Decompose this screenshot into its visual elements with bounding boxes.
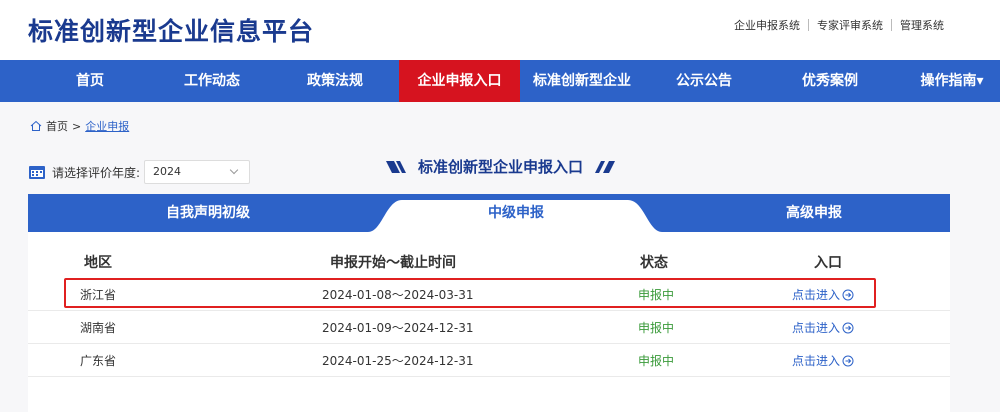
entry-title-text: 标准创新型企业申报入口 bbox=[418, 158, 584, 176]
status-badge: 申报中 bbox=[638, 321, 675, 335]
row-region: 广东省 bbox=[80, 354, 117, 368]
row-period: 2024-01-09～2024-12-31 bbox=[322, 321, 474, 335]
enter-link-label: 点击进入 bbox=[792, 321, 841, 335]
column-header-status: 状态 bbox=[640, 255, 668, 271]
nav-item-enterprise-declaration[interactable]: 企业申报入口 bbox=[399, 60, 520, 102]
column-header-period: 申报开始～截止时间 bbox=[330, 255, 456, 271]
main-nav: 首页 工作动态 政策法规 企业申报入口 标准创新型企业 公示公告 优秀案例 操作… bbox=[0, 60, 1000, 102]
enter-link[interactable]: 点击进入 bbox=[792, 345, 854, 377]
home-icon bbox=[30, 120, 42, 131]
site-title: 标准创新型企业信息平台 bbox=[28, 17, 315, 46]
year-filter: 请选择评价年度: 2024 bbox=[28, 160, 251, 184]
column-header-region: 地区 bbox=[84, 255, 112, 271]
nav-item-operation-guide[interactable]: 操作指南▾ bbox=[904, 60, 1000, 102]
enter-link[interactable]: 点击进入 bbox=[792, 279, 854, 311]
title-left-decoration-icon bbox=[386, 160, 406, 173]
nav-item-policies[interactable]: 政策法规 bbox=[285, 60, 385, 102]
breadcrumb: 首页 > 企业申报 bbox=[30, 118, 129, 134]
row-period: 2024-01-08～2024-03-31 bbox=[322, 288, 474, 302]
enter-link-label: 点击进入 bbox=[792, 354, 841, 368]
tab-intermediate-declaration[interactable]: 中级申报 bbox=[416, 194, 616, 232]
enter-link[interactable]: 点击进入 bbox=[792, 312, 854, 344]
row-region: 湖南省 bbox=[80, 321, 117, 335]
arrow-circle-right-icon bbox=[842, 322, 854, 334]
calendar-icon bbox=[29, 166, 45, 179]
status-badge: 申报中 bbox=[638, 354, 675, 368]
arrow-circle-right-icon bbox=[842, 355, 854, 367]
breadcrumb-separator: > bbox=[72, 119, 82, 133]
chevron-down-icon bbox=[229, 165, 239, 175]
nav-item-standard-innovative-enterprise[interactable]: 标准创新型企业 bbox=[527, 60, 637, 102]
title-right-decoration-icon bbox=[595, 160, 616, 173]
row-period: 2024-01-25～2024-12-31 bbox=[322, 354, 474, 368]
table-row: 浙江省 2024-01-08～2024-03-31 申报中 点击进入 bbox=[28, 279, 950, 311]
top-link-enterprise-declaration[interactable]: 企业申报系统 bbox=[726, 17, 808, 33]
nav-item-home[interactable]: 首页 bbox=[40, 60, 140, 102]
nav-item-announcements[interactable]: 公示公告 bbox=[654, 60, 754, 102]
tab-advanced-declaration[interactable]: 高级申报 bbox=[714, 194, 914, 232]
entry-title: 标准创新型企业申报入口 bbox=[376, 156, 625, 177]
top-links: 企业申报系统 专家评审系统 管理系统 bbox=[726, 17, 952, 33]
site-header: 标准创新型企业信息平台 企业申报系统 专家评审系统 管理系统 bbox=[0, 0, 1000, 60]
level-tabs: 自我声明初级 中级申报 高级申报 bbox=[28, 194, 950, 232]
breadcrumb-current[interactable]: 企业申报 bbox=[85, 118, 129, 134]
tab-self-declaration-primary[interactable]: 自我声明初级 bbox=[108, 194, 308, 232]
arrow-circle-right-icon bbox=[842, 289, 854, 301]
nav-item-work-news[interactable]: 工作动态 bbox=[162, 60, 262, 102]
status-badge: 申报中 bbox=[638, 288, 675, 302]
table-row: 广东省 2024-01-25～2024-12-31 申报中 点击进入 bbox=[28, 345, 950, 377]
top-link-expert-review[interactable]: 专家评审系统 bbox=[809, 17, 891, 33]
year-select[interactable]: 2024 bbox=[144, 160, 251, 184]
year-select-value: 2024 bbox=[153, 165, 182, 178]
breadcrumb-home[interactable]: 首页 bbox=[46, 118, 68, 134]
table-row: 湖南省 2024-01-09～2024-12-31 申报中 点击进入 bbox=[28, 312, 950, 344]
enter-link-label: 点击进入 bbox=[792, 288, 841, 302]
declaration-table: 地区 申报开始～截止时间 状态 入口 浙江省 2024-01-08～2024-0… bbox=[28, 232, 950, 412]
column-header-entry: 入口 bbox=[814, 255, 842, 271]
nav-item-excellent-cases[interactable]: 优秀案例 bbox=[780, 60, 880, 102]
year-filter-label: 请选择评价年度: bbox=[52, 165, 141, 180]
row-region: 浙江省 bbox=[80, 288, 117, 302]
top-link-admin-system[interactable]: 管理系统 bbox=[892, 17, 952, 33]
